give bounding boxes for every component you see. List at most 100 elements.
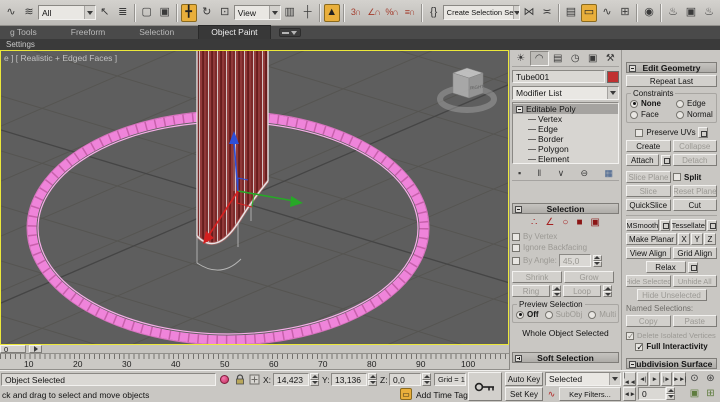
dropdown-arrow-icon[interactable]	[513, 6, 520, 19]
selection-rollout-header[interactable]: Selection	[512, 203, 619, 214]
loop-button[interactable]: Loop	[563, 285, 601, 297]
preview-subobj-radio[interactable]: SubObj	[545, 310, 583, 319]
detach-button[interactable]: Detach	[673, 154, 717, 166]
rollout-collapse-icon[interactable]	[629, 65, 636, 72]
render-setup-icon[interactable]: ♨	[665, 4, 681, 22]
auto-key-button[interactable]: Auto Key	[505, 372, 543, 386]
constraint-edge-radio[interactable]: Edge	[676, 99, 706, 108]
next-frame-icon[interactable]: |►	[661, 372, 672, 386]
object-name-field[interactable]: Tube001	[512, 70, 605, 83]
hide-selected-button[interactable]: Hide Selected	[626, 275, 671, 287]
unlink-selection-icon[interactable]: ∿	[3, 4, 19, 22]
zoom-all-icon[interactable]: ⊛	[704, 372, 717, 385]
selected-filter-dropdown[interactable]: Selected	[545, 372, 621, 386]
selection-lock-icon[interactable]	[233, 373, 246, 386]
previous-frame-icon[interactable]: ◄|	[637, 372, 648, 386]
delete-isolated-vertices-checkbox[interactable]: Delete Isolated Vertices	[626, 331, 716, 340]
full-interactivity-checkbox[interactable]: Full Interactivity	[635, 342, 707, 351]
select-and-move-icon[interactable]: ╋	[181, 4, 197, 22]
mirror-icon[interactable]: ⋈	[521, 4, 537, 22]
grow-button[interactable]: Grow	[564, 271, 614, 283]
perspective-viewport[interactable]: RIGHT e ] [ Realistic + Edged Faces ]	[0, 50, 509, 345]
selection-filter-dropdown[interactable]: All	[38, 5, 96, 20]
relax-button[interactable]: Relax	[646, 261, 686, 273]
keyboard-override-icon[interactable]: ▲	[324, 4, 340, 22]
edit-geometry-rollout-header[interactable]: Edit Geometry	[626, 62, 717, 73]
hierarchy-tab-icon[interactable]: ▤	[549, 51, 567, 66]
planar-x-button[interactable]: X	[678, 233, 690, 245]
display-tab-icon[interactable]: ▣	[584, 51, 602, 66]
create-tab-icon[interactable]: ☀	[512, 51, 530, 66]
reset-plane-button[interactable]: Reset Plane	[673, 185, 718, 197]
hide-unselected-button[interactable]: Hide Unselected	[637, 289, 707, 301]
zoom-icon[interactable]: ⊙	[688, 372, 701, 385]
dropdown-arrow-icon[interactable]	[607, 87, 618, 100]
rendered-frame-icon[interactable]: ▣	[683, 4, 699, 22]
collapse-button[interactable]: Collapse	[673, 140, 718, 152]
relax-settings-icon[interactable]	[688, 262, 698, 273]
by-angle-field[interactable]: 45,0	[559, 254, 591, 267]
next-frame-arrow-icon[interactable]	[29, 345, 42, 353]
align-icon[interactable]: ≍	[539, 4, 555, 22]
planar-z-button[interactable]: Z	[704, 233, 716, 245]
msmooth-button[interactable]: MSmooth	[626, 219, 659, 231]
named-selection-sets-icon[interactable]: {}	[426, 4, 442, 22]
reference-coordinate-dropdown[interactable]: View	[234, 5, 281, 20]
select-object-icon[interactable]: ↖	[97, 4, 113, 22]
ribbon-panel-settings[interactable]: Settings	[6, 40, 35, 49]
polygon-subobject-icon[interactable]: ■	[576, 217, 582, 228]
set-keys-button[interactable]	[468, 372, 502, 401]
ring-button[interactable]: Ring	[512, 285, 550, 297]
layer-manager-icon[interactable]: ▤	[563, 4, 579, 22]
z-spinner[interactable]	[422, 373, 431, 386]
render-production-icon[interactable]: ♨	[701, 4, 717, 22]
create-button[interactable]: Create	[626, 140, 671, 152]
field-of-view-icon[interactable]: ▷	[673, 387, 684, 400]
y-spinner[interactable]	[368, 373, 377, 386]
stack-item-edge[interactable]: Edge	[525, 124, 618, 134]
modifier-list-dropdown[interactable]: Modifier List	[512, 86, 619, 100]
quickslice-button[interactable]: QuickSlice	[626, 199, 671, 211]
set-key-button[interactable]: Set Key	[505, 387, 543, 401]
constraint-face-radio[interactable]: Face	[630, 110, 674, 119]
key-mode-toggle-icon[interactable]: ◄►	[623, 387, 636, 401]
percent-snap-icon[interactable]: %∩	[384, 4, 400, 22]
stack-item-editable-poly[interactable]: Editable Poly	[513, 104, 618, 114]
select-and-rotate-icon[interactable]: ↻	[199, 4, 215, 22]
time-slider-handle[interactable]: 0	[0, 345, 26, 353]
ribbon-minimize-icon[interactable]	[279, 28, 301, 37]
track-bar[interactable]: 10 20 30 40 50 60 70 80 90 100	[0, 354, 509, 370]
ignore-backfacing-checkbox[interactable]: Ignore Backfacing	[512, 243, 587, 252]
x-spinner[interactable]	[310, 373, 319, 386]
border-subobject-icon[interactable]: ○	[562, 217, 568, 228]
element-subobject-icon[interactable]: ▣	[590, 217, 599, 228]
soft-selection-rollout-header[interactable]: Soft Selection	[512, 352, 619, 363]
zoom-extents-all-icon[interactable]: ⊞	[704, 387, 717, 400]
play-icon[interactable]: ►	[649, 372, 660, 386]
preview-multi-radio[interactable]: Multi	[588, 310, 616, 319]
constraint-normal-radio[interactable]: Normal	[676, 110, 713, 119]
edge-subobject-icon[interactable]: ∠	[545, 217, 554, 228]
stack-item-border[interactable]: Border	[525, 134, 618, 144]
rollout-collapse-icon[interactable]	[629, 361, 636, 368]
tab-modeling-tools[interactable]: g Tools	[0, 26, 47, 39]
named-selection-set-combobox[interactable]: Create Selection Se	[443, 5, 520, 20]
grid-align-button[interactable]: Grid Align	[673, 247, 718, 259]
time-tag-icon[interactable]: ▭	[400, 388, 412, 400]
collapse-toggle-icon[interactable]	[516, 106, 523, 113]
object-color-swatch[interactable]	[607, 71, 619, 83]
curve-editor-icon[interactable]: ∿	[599, 4, 615, 22]
configure-modifier-sets-icon[interactable]: ▦	[604, 168, 613, 179]
constraint-none-radio[interactable]: None	[630, 99, 674, 108]
key-filters-button[interactable]: Key Filters...	[559, 387, 621, 401]
z-coordinate-field[interactable]: 0,0	[389, 373, 421, 386]
go-to-start-icon[interactable]: |◄◄	[623, 372, 636, 386]
msmooth-settings-icon[interactable]	[660, 220, 670, 231]
x-coordinate-field[interactable]: 14,423	[273, 373, 309, 386]
y-coordinate-field[interactable]: 13,136	[331, 373, 367, 386]
absolute-offset-mode-icon[interactable]	[248, 373, 261, 386]
ring-spinner[interactable]	[552, 285, 561, 297]
subdivision-surface-rollout-header[interactable]: Subdivision Surface	[626, 358, 717, 369]
by-angle-checkbox[interactable]: By Angle:	[512, 256, 557, 265]
dropdown-arrow-icon[interactable]	[269, 6, 280, 19]
